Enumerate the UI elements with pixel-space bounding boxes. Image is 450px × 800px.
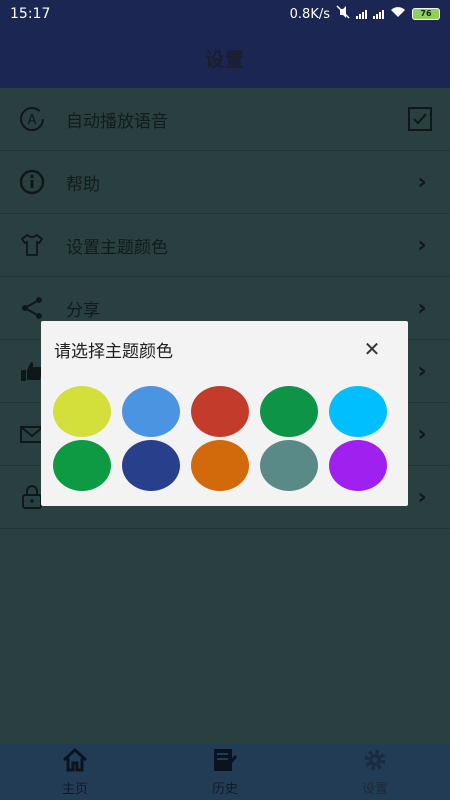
home-icon: [61, 747, 89, 776]
chevron-right-icon: ›: [417, 169, 427, 195]
svg-text:A: A: [28, 113, 37, 128]
color-swatch-10[interactable]: [329, 440, 387, 491]
shirt-icon: [18, 231, 46, 259]
color-swatch-2[interactable]: [122, 386, 180, 437]
chevron-right-icon: ›: [417, 295, 427, 321]
tab-settings[interactable]: 设置: [300, 744, 450, 800]
gear-icon: [363, 748, 387, 776]
chevron-right-icon: ›: [417, 232, 427, 258]
color-swatch-5[interactable]: [329, 386, 387, 437]
mute-icon: [336, 5, 350, 23]
settings-item-label: 分享: [66, 300, 100, 321]
tab-label: 主页: [61, 781, 88, 797]
signal-icon-2: [373, 9, 384, 19]
color-swatch-4[interactable]: [260, 386, 318, 437]
tab-history[interactable]: 历史: [150, 744, 300, 800]
color-swatch-1[interactable]: [53, 386, 111, 437]
settings-item-label: 自动播放语音: [66, 111, 168, 132]
settings-item-label: 设置主题颜色: [66, 237, 168, 258]
settings-item-theme-color[interactable]: 设置主题颜色 ›: [0, 214, 450, 277]
chevron-right-icon: ›: [417, 484, 427, 510]
bottom-nav: 主页 历史 设置: [0, 744, 450, 800]
battery-icon: 76: [412, 8, 440, 20]
color-swatch-3[interactable]: [191, 386, 249, 437]
color-swatch-7[interactable]: [122, 440, 180, 491]
page-title: 设置: [204, 48, 245, 71]
chevron-right-icon: ›: [417, 421, 427, 447]
tab-home[interactable]: 主页: [0, 744, 150, 800]
theme-color-dialog: 请选择主题颜色 ✕: [41, 321, 408, 506]
status-right: 0.8K/s 76: [290, 5, 440, 23]
wifi-icon: [390, 6, 406, 22]
chevron-right-icon: ›: [417, 358, 427, 384]
color-swatch-9[interactable]: [260, 440, 318, 491]
close-icon[interactable]: ✕: [362, 339, 382, 359]
color-swatch-6[interactable]: [53, 440, 111, 491]
tab-label: 历史: [211, 781, 238, 797]
network-speed: 0.8K/s: [289, 6, 330, 22]
settings-item-label: 帮助: [66, 174, 100, 195]
signal-icon: [356, 9, 367, 19]
auto-voice-icon: A: [18, 105, 46, 133]
settings-item-help[interactable]: 帮助 ›: [0, 151, 450, 214]
dialog-title: 请选择主题颜色: [54, 342, 173, 362]
app-header: 设置: [0, 28, 450, 88]
info-icon: [18, 168, 46, 196]
status-bar: 15:17 0.8K/s 76: [0, 0, 450, 28]
share-icon: [18, 294, 46, 322]
tab-label: 设置: [361, 781, 388, 797]
color-swatch-8[interactable]: [191, 440, 249, 491]
color-swatch-grid: [53, 386, 398, 491]
settings-item-auto-play-voice[interactable]: A 自动播放语音: [0, 88, 450, 151]
status-time: 15:17: [10, 6, 51, 22]
history-icon: [212, 748, 238, 776]
auto-play-checkbox[interactable]: [408, 107, 432, 131]
